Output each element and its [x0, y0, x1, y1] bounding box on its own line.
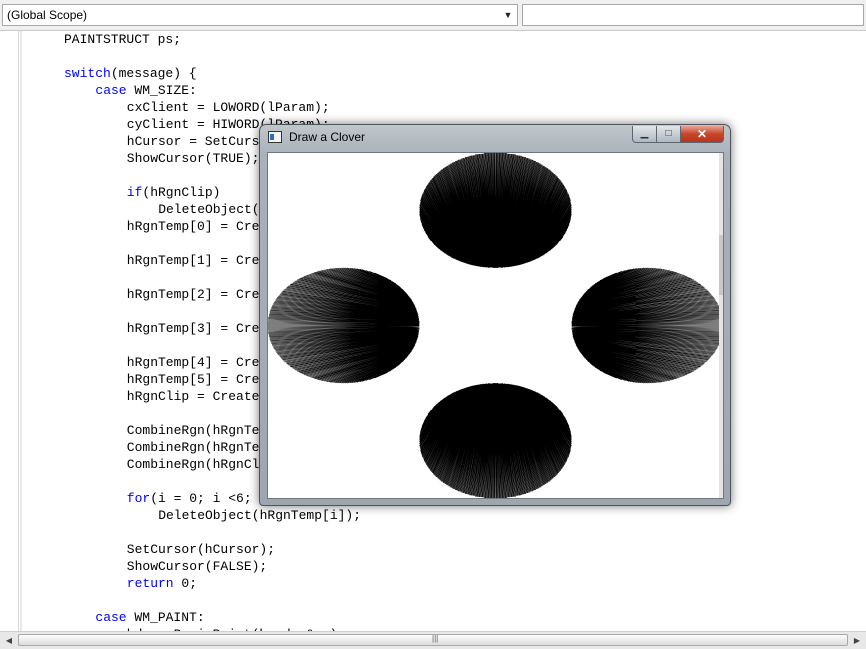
code-line: return 0;	[127, 575, 197, 592]
scroll-grip-icon: |||	[432, 634, 439, 643]
code-token: 0;	[173, 576, 198, 591]
code-token: ShowCursor(FALSE);	[126, 559, 268, 574]
code-line: PAINTSTRUCT ps;	[64, 31, 181, 48]
outline-bar	[20, 31, 22, 631]
window-scroll-thumb[interactable]	[719, 235, 723, 295]
code-token: (message) {	[110, 66, 197, 81]
scope-combo[interactable]: (Global Scope) ▼	[2, 4, 518, 26]
code-keyword: case	[95, 610, 127, 625]
horizontal-scrollbar[interactable]: ◀ ||| ▶	[0, 631, 866, 649]
window-client-area	[267, 152, 724, 499]
code-token: ShowCursor(TRUE);	[126, 151, 260, 166]
code-token: SetCursor(hCursor);	[126, 542, 276, 557]
member-combo[interactable]	[522, 4, 864, 26]
scope-bar: (Global Scope) ▼	[0, 0, 866, 31]
code-line: case WM_PAINT:	[95, 609, 204, 626]
editor-margin	[0, 31, 19, 631]
code-line: case WM_SIZE:	[95, 82, 196, 99]
maximize-button[interactable]: □	[656, 126, 681, 143]
code-keyword: if	[126, 185, 143, 200]
scroll-right-icon[interactable]: ▶	[849, 633, 865, 648]
code-line: ShowCursor(FALSE);	[127, 558, 267, 575]
code-keyword: case	[95, 83, 127, 98]
clover-drawing	[268, 153, 723, 498]
code-line: DeleteObject(hRgnTemp[i]);	[158, 507, 361, 524]
chevron-down-icon[interactable]: ▼	[499, 5, 517, 25]
window-title: Draw a Clover	[289, 130, 366, 144]
code-line: cxClient = LOWORD(lParam);	[127, 99, 330, 116]
code-keyword: return	[126, 576, 174, 591]
scope-combo-value: (Global Scope)	[7, 8, 88, 22]
code-token: DeleteObject(hRgnTemp[i]);	[158, 508, 362, 523]
code-token: WM_SIZE:	[126, 83, 197, 98]
code-token: PAINTSTRUCT ps;	[64, 32, 182, 47]
code-token: (hRgnClip)	[142, 185, 221, 200]
code-keyword: for	[126, 491, 151, 506]
code-line: ShowCursor(TRUE);	[127, 150, 260, 167]
code-line: if(hRgnClip)	[127, 184, 221, 201]
scroll-left-icon[interactable]: ◀	[1, 633, 17, 648]
code-token: cxClient = LOWORD(lParam);	[126, 100, 330, 115]
window-vertical-scrollbar[interactable]	[719, 153, 723, 498]
app-window-icon	[268, 131, 282, 143]
code-line: switch(message) {	[64, 65, 197, 82]
clover-lines	[268, 153, 723, 498]
window-titlebar[interactable]: Draw a Clover ▁ □ ✕	[260, 125, 730, 151]
code-line: SetCursor(hCursor);	[127, 541, 275, 558]
clover-window[interactable]: Draw a Clover ▁ □ ✕	[259, 124, 731, 506]
minimize-button[interactable]: ▁	[632, 126, 657, 143]
code-keyword: switch	[64, 66, 111, 81]
code-token: WM_PAINT:	[126, 610, 205, 625]
close-button[interactable]: ✕	[680, 126, 724, 143]
